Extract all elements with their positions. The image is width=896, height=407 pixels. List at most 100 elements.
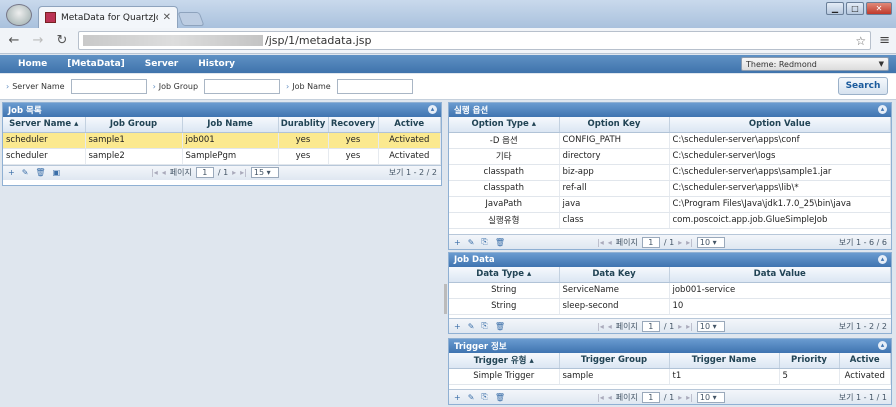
first-page-icon[interactable]: |◂	[597, 393, 604, 402]
delete-icon[interactable]: 🗑	[495, 322, 505, 331]
job-name-input[interactable]	[336, 79, 413, 94]
table-row[interactable]: -D 옵션 CONFIG_PATH C:\scheduler-server\apps…	[449, 132, 891, 149]
last-page-icon[interactable]: ▸|	[686, 238, 693, 247]
col-active[interactable]: Active	[839, 353, 891, 369]
first-page-icon[interactable]: |◂	[597, 238, 604, 247]
copy-icon[interactable]: ⎘	[481, 321, 487, 331]
col-recovery[interactable]: Recovery	[328, 117, 379, 133]
table-row[interactable]: scheduler sample2 SamplePgm yes yes Acti…	[3, 148, 441, 165]
edit-icon[interactable]: ✎	[468, 238, 475, 247]
page-size-select[interactable]: 10 ▾	[696, 320, 725, 332]
nav-home[interactable]: Home	[8, 59, 57, 69]
pagination: |◂ ◂ 페이지 1 / 1 ▸ ▸| 10 ▾	[597, 320, 725, 332]
table-row[interactable]: 기타 directory C:\scheduler-server\logs	[449, 148, 891, 165]
col-durability[interactable]: Durablity	[278, 117, 329, 133]
record-info: 보기 1 - 6 / 6	[838, 237, 887, 247]
page-size-select[interactable]: 10 ▾	[696, 391, 725, 403]
collapse-icon[interactable]: ▴	[428, 105, 437, 114]
col-active[interactable]: Active	[378, 117, 441, 133]
collapse-icon[interactable]: ▴	[878, 255, 887, 264]
add-icon[interactable]: +	[8, 168, 15, 177]
next-page-icon[interactable]: ▸	[678, 238, 682, 247]
last-page-icon[interactable]: ▸|	[686, 322, 693, 331]
close-tab-icon[interactable]: ✕	[163, 12, 171, 23]
col-option-value[interactable]: Option Value	[669, 117, 891, 133]
prev-page-icon[interactable]: ◂	[608, 322, 612, 331]
save-icon[interactable]: ▣	[53, 168, 61, 177]
col-trigger-name[interactable]: Trigger Name	[669, 353, 780, 369]
add-icon[interactable]: +	[454, 393, 461, 402]
prev-page-icon[interactable]: ◂	[608, 238, 612, 247]
panel-splitter[interactable]	[444, 284, 447, 314]
server-name-input[interactable]	[70, 79, 147, 94]
col-data-key[interactable]: Data Key	[559, 267, 670, 283]
search-button[interactable]: Search	[838, 77, 888, 95]
maximize-button[interactable]: □	[846, 2, 864, 15]
page-input[interactable]: 1	[641, 391, 660, 403]
table-row[interactable]: classpath biz-app C:\scheduler-server\apps…	[449, 164, 891, 181]
first-page-icon[interactable]: |◂	[597, 322, 604, 331]
browser-logo-icon	[6, 4, 32, 26]
table-row[interactable]: JavaPath java C:\Program Files\Java\jdk1.7…	[449, 196, 891, 213]
delete-icon[interactable]: 🗑	[35, 168, 45, 177]
record-info: 보기 1 - 1 / 1	[838, 392, 887, 402]
table-row[interactable]: String sleep-second 10	[449, 298, 891, 315]
col-job-name[interactable]: Job Name	[182, 117, 279, 133]
minimize-button[interactable]: ▁	[826, 2, 844, 15]
col-option-key[interactable]: Option Key	[559, 117, 670, 133]
col-option-type[interactable]: Option Type ▴	[449, 117, 560, 133]
first-page-icon[interactable]: |◂	[151, 168, 158, 177]
collapse-icon[interactable]: ▴	[878, 341, 887, 350]
forward-icon[interactable]: →	[30, 33, 46, 48]
page-size-select[interactable]: 10 ▾	[696, 236, 725, 248]
prev-page-icon[interactable]: ◂	[608, 393, 612, 402]
reload-icon[interactable]: ↻	[54, 33, 70, 48]
next-page-icon[interactable]: ▸	[678, 393, 682, 402]
browser-tab[interactable]: MetaData for QuartzJob ✕	[38, 6, 178, 28]
next-page-icon[interactable]: ▸	[678, 322, 682, 331]
add-icon[interactable]: +	[454, 238, 461, 247]
col-trigger-group[interactable]: Trigger Group	[559, 353, 670, 369]
page-input[interactable]: 1	[641, 320, 660, 332]
table-row[interactable]: scheduler sample1 job001 yes yes Activat…	[3, 132, 441, 149]
last-page-icon[interactable]: ▸|	[686, 393, 693, 402]
edit-icon[interactable]: ✎	[468, 393, 475, 402]
chevron-down-icon: ▼	[878, 60, 884, 68]
delete-icon[interactable]: 🗑	[495, 393, 505, 402]
table-row[interactable]: String ServiceName job001-service	[449, 282, 891, 299]
last-page-icon[interactable]: ▸|	[240, 168, 247, 177]
address-bar[interactable]: /jsp/1/metadata.jsp ☆	[78, 31, 872, 50]
table-row[interactable]: classpath ref-all C:\scheduler-server\apps…	[449, 180, 891, 197]
job-group-input[interactable]	[204, 79, 281, 94]
col-trigger-type[interactable]: Trigger 유형 ▴	[449, 353, 560, 369]
table-row[interactable]: 실행유형 class com.poscoict.app.job.GlueSimple…	[449, 212, 891, 229]
page-size-select[interactable]: 15 ▾	[250, 167, 279, 178]
col-data-value[interactable]: Data Value	[669, 267, 891, 283]
edit-icon[interactable]: ✎	[22, 168, 29, 177]
nav-metadata[interactable]: [MetaData]	[57, 59, 135, 69]
back-icon[interactable]: ←	[6, 33, 22, 48]
page-input[interactable]: 1	[195, 167, 214, 178]
record-info: 보기 1 - 2 / 2	[838, 321, 887, 331]
new-tab-button[interactable]	[177, 12, 205, 26]
edit-icon[interactable]: ✎	[468, 322, 475, 331]
browser-menu-icon[interactable]: ≡	[879, 33, 890, 48]
col-data-type[interactable]: Data Type ▴	[449, 267, 560, 283]
delete-icon[interactable]: 🗑	[495, 238, 505, 247]
copy-icon[interactable]: ⎘	[481, 237, 487, 247]
theme-select[interactable]: Theme: Redmond ▼	[741, 57, 889, 71]
table-row[interactable]: Simple Trigger sample t1 5 Activated	[449, 368, 891, 385]
nav-history[interactable]: History	[188, 59, 245, 69]
page-input[interactable]: 1	[641, 236, 660, 248]
col-priority[interactable]: Priority	[779, 353, 840, 369]
add-icon[interactable]: +	[454, 322, 461, 331]
prev-page-icon[interactable]: ◂	[162, 168, 166, 177]
bookmark-star-icon[interactable]: ☆	[855, 34, 866, 48]
copy-icon[interactable]: ⎘	[481, 392, 487, 402]
nav-server[interactable]: Server	[135, 59, 188, 69]
close-window-button[interactable]: ✕	[866, 2, 892, 15]
collapse-icon[interactable]: ▴	[878, 105, 887, 114]
next-page-icon[interactable]: ▸	[232, 168, 236, 177]
col-job-group[interactable]: Job Group	[85, 117, 183, 133]
col-server-name[interactable]: Server Name ▴	[3, 117, 86, 133]
